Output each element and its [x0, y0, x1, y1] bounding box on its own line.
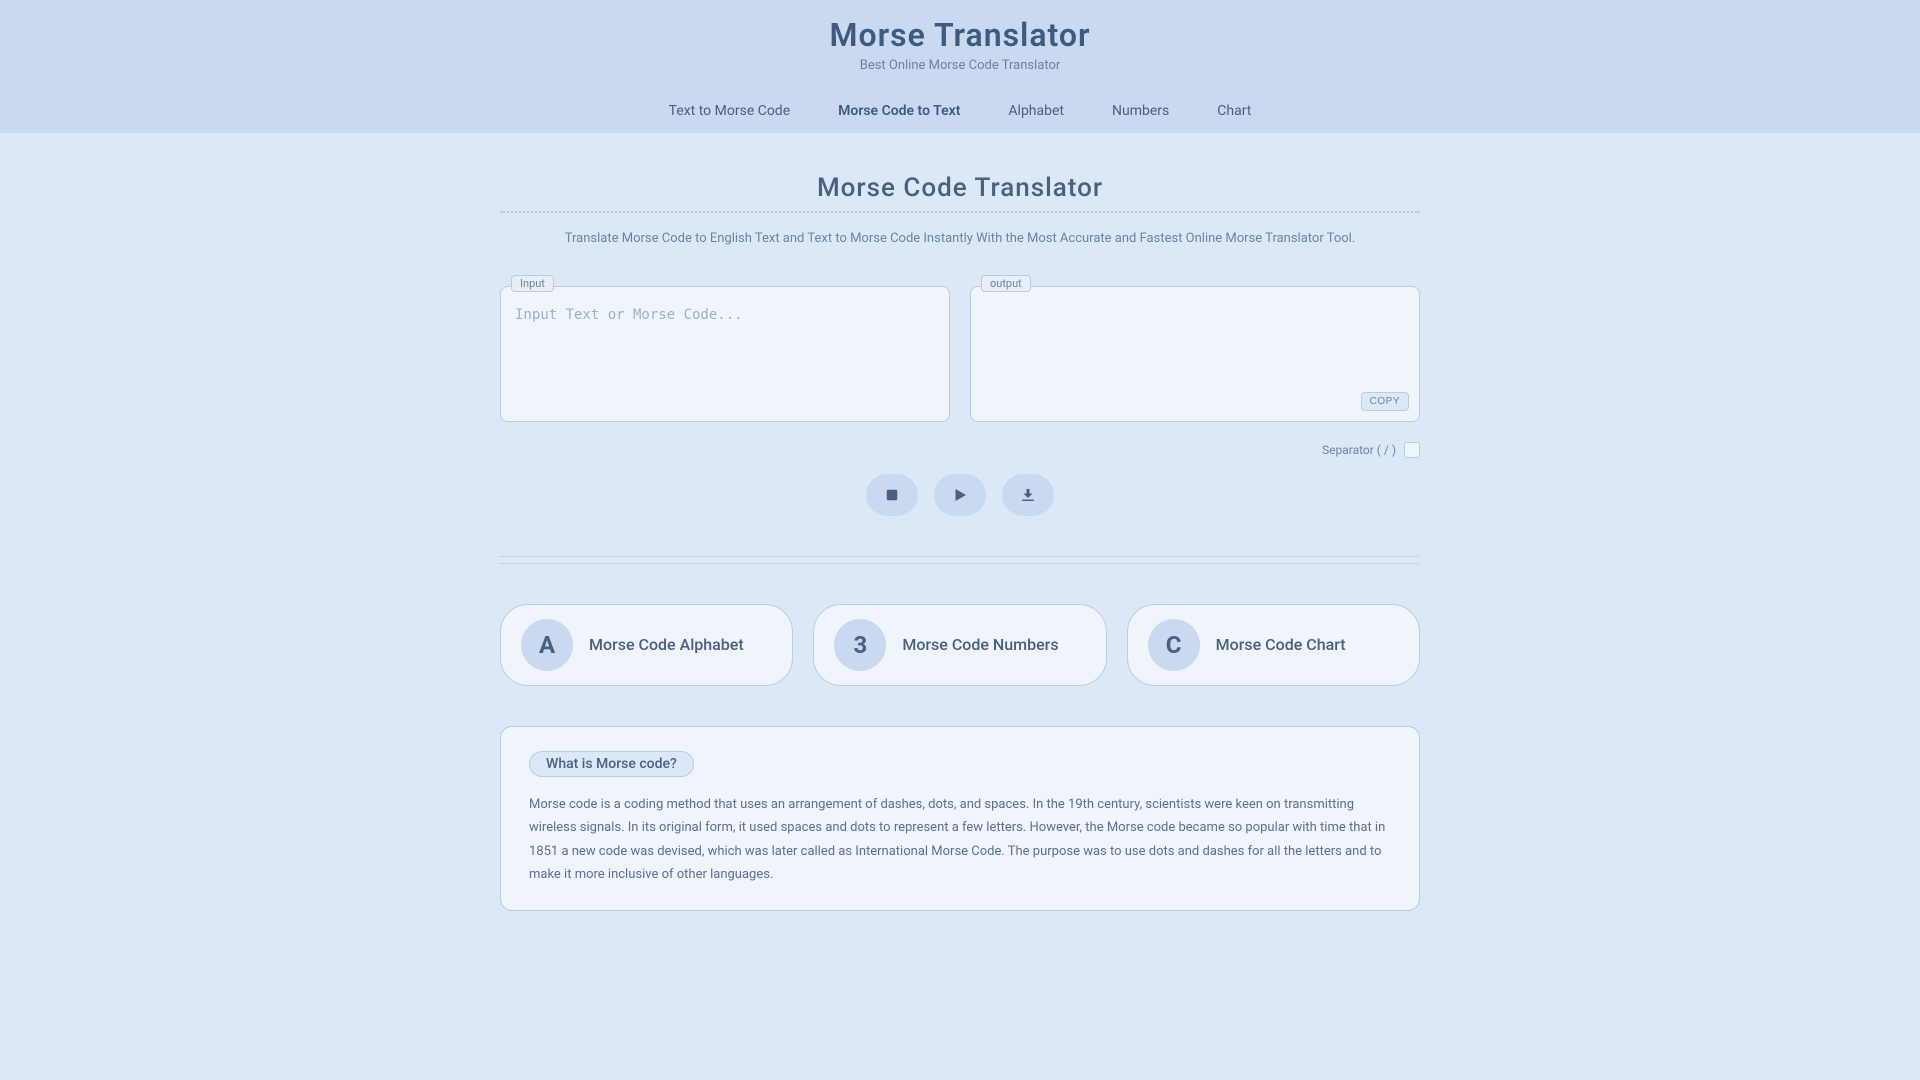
- header: Morse Translator Best Online Morse Code …: [0, 0, 1920, 133]
- play-icon: [951, 486, 969, 504]
- chart-card[interactable]: C Morse Code Chart: [1127, 604, 1420, 686]
- info-text: Morse code is a coding method that uses …: [529, 793, 1391, 887]
- main-content: Morse Code Translator Translate Morse Co…: [480, 133, 1440, 951]
- separator-label: Separator ( / ): [1322, 443, 1396, 457]
- divider-2: [500, 563, 1420, 564]
- chart-label: Morse Code Chart: [1216, 635, 1346, 654]
- numbers-icon: 3: [834, 619, 886, 671]
- play-button[interactable]: [934, 474, 986, 516]
- nav-numbers[interactable]: Numbers: [1112, 101, 1169, 121]
- controls: [500, 474, 1420, 516]
- download-icon: [1019, 486, 1037, 504]
- nav-morse-to-text[interactable]: Morse Code to Text: [838, 101, 960, 121]
- info-box: What is Morse code? Morse code is a codi…: [500, 726, 1420, 912]
- chart-icon: C: [1148, 619, 1200, 671]
- title-divider: [500, 211, 1420, 213]
- feature-cards: A Morse Code Alphabet 3 Morse Code Numbe…: [500, 604, 1420, 686]
- download-button[interactable]: [1002, 474, 1054, 516]
- nav-alphabet[interactable]: Alphabet: [1008, 101, 1064, 121]
- nav-text-to-morse[interactable]: Text to Morse Code: [669, 101, 791, 121]
- section-divider: [500, 556, 1420, 564]
- input-label: Input: [511, 275, 554, 292]
- output-content: [971, 287, 1419, 417]
- output-label: output: [981, 275, 1031, 292]
- site-subtitle: Best Online Morse Code Translator: [0, 58, 1920, 73]
- alphabet-card[interactable]: A Morse Code Alphabet: [500, 604, 793, 686]
- numbers-card[interactable]: 3 Morse Code Numbers: [813, 604, 1106, 686]
- separator-row: Separator ( / ): [500, 442, 1420, 458]
- alphabet-icon: A: [521, 619, 573, 671]
- page-description: Translate Morse Code to English Text and…: [500, 229, 1420, 250]
- main-nav: Text to Morse Code Morse Code to Text Al…: [0, 89, 1920, 133]
- stop-button[interactable]: [866, 474, 918, 516]
- separator-checkbox[interactable]: [1404, 442, 1420, 458]
- numbers-label: Morse Code Numbers: [902, 635, 1058, 654]
- site-title: Morse Translator: [0, 16, 1920, 54]
- divider-1: [500, 556, 1420, 557]
- info-question: What is Morse code?: [529, 751, 694, 777]
- alphabet-label: Morse Code Alphabet: [589, 635, 744, 654]
- nav-chart[interactable]: Chart: [1217, 101, 1251, 121]
- stop-icon: [883, 486, 901, 504]
- page-title: Morse Code Translator: [500, 173, 1420, 203]
- input-wrapper: Input: [500, 286, 950, 422]
- translator: Input output COPY: [500, 286, 1420, 422]
- copy-button[interactable]: COPY: [1361, 392, 1409, 411]
- input-textarea[interactable]: [501, 287, 949, 417]
- output-wrapper: output COPY: [970, 286, 1420, 422]
